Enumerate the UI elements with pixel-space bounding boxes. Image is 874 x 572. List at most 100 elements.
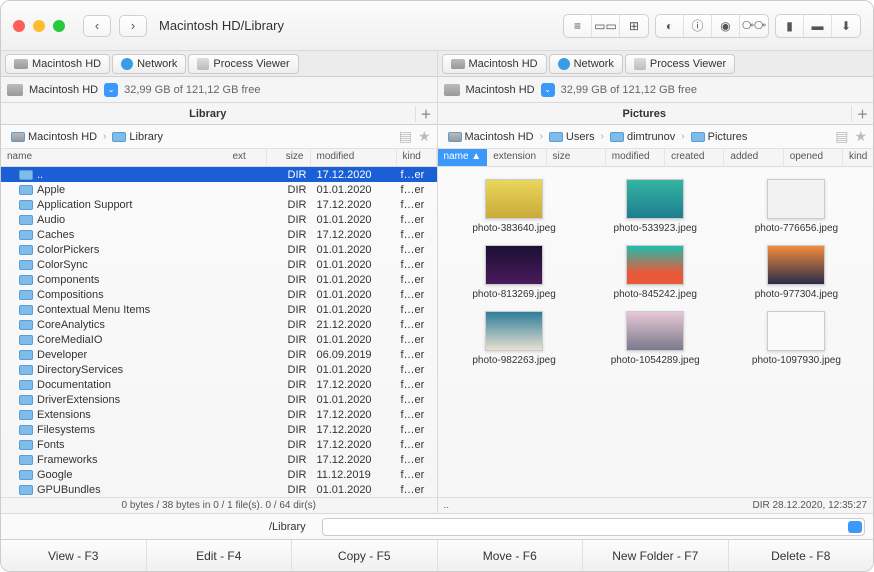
thumbnail[interactable]: photo-813269.jpeg: [446, 245, 583, 301]
file-row[interactable]: ..DIR17.12.2020f…er: [1, 167, 437, 182]
bottom-button[interactable]: Edit - F4: [147, 540, 293, 571]
file-row[interactable]: FilesystemsDIR17.12.2020f…er: [1, 422, 437, 437]
nav-forward-button[interactable]: ›: [119, 15, 147, 37]
thumbnail[interactable]: photo-1097930.jpeg: [728, 311, 865, 367]
tab-macintosh-hd[interactable]: Macintosh HD: [5, 54, 110, 74]
folder-icon[interactable]: ▬: [804, 15, 832, 37]
thumbnail[interactable]: photo-845242.jpeg: [587, 245, 724, 301]
download-icon[interactable]: ⬇: [832, 15, 860, 37]
bottom-button[interactable]: Move - F6: [438, 540, 584, 571]
toggle-icon[interactable]: ◐: [656, 15, 684, 37]
bottom-button[interactable]: Copy - F5: [292, 540, 438, 571]
col-modified[interactable]: modified: [311, 149, 397, 166]
info-icon[interactable]: ⓘ: [684, 15, 712, 37]
bottom-button[interactable]: Delete - F8: [729, 540, 874, 571]
col-created[interactable]: created: [665, 149, 724, 166]
drive-name[interactable]: Macintosh HD: [466, 84, 535, 96]
thumbnail[interactable]: photo-982263.jpeg: [446, 311, 583, 367]
col-ext[interactable]: ext: [227, 149, 267, 166]
tab-network[interactable]: Network: [549, 54, 623, 74]
file-row[interactable]: ColorSyncDIR01.01.2020f…er: [1, 257, 437, 272]
col-opened[interactable]: opened: [784, 149, 843, 166]
col-size[interactable]: size: [547, 149, 606, 166]
favorite-icon[interactable]: ★: [418, 128, 431, 145]
view-columns-button[interactable]: ▭▭: [592, 15, 620, 37]
archive-icon[interactable]: ▮: [776, 15, 804, 37]
thumbnail[interactable]: photo-977304.jpeg: [728, 245, 865, 301]
file-row[interactable]: Application SupportDIR17.12.2020f…er: [1, 197, 437, 212]
right-icon-view[interactable]: photo-383640.jpegphoto-533923.jpegphoto-…: [438, 167, 874, 497]
file-row[interactable]: DriverExtensionsDIR01.01.2020f…er: [1, 392, 437, 407]
favorite-icon[interactable]: ★: [854, 128, 867, 145]
view-icons-button[interactable]: ⊞: [620, 15, 648, 37]
crumb-library[interactable]: Library: [108, 129, 167, 145]
drive-menu-button[interactable]: ⌄: [104, 83, 118, 97]
file-row[interactable]: GoogleDIR11.12.2019f…er: [1, 467, 437, 482]
file-row[interactable]: ComponentsDIR01.01.2020f…er: [1, 272, 437, 287]
left-file-list[interactable]: ..DIR17.12.2020f…erAppleDIR01.01.2020f…e…: [1, 167, 437, 497]
file-row[interactable]: CompositionsDIR01.01.2020f…er: [1, 287, 437, 302]
file-row[interactable]: ExtensionsDIR17.12.2020f…er: [1, 407, 437, 422]
tab-process-viewer[interactable]: Process Viewer: [625, 54, 735, 74]
network-icon: [121, 58, 133, 70]
crumb-users[interactable]: Users: [545, 129, 599, 145]
process-icon: [197, 58, 209, 70]
col-kind[interactable]: kind: [843, 149, 873, 166]
view-list-button[interactable]: ≡: [564, 15, 592, 37]
thumbnail[interactable]: photo-383640.jpeg: [446, 179, 583, 235]
col-size[interactable]: size: [267, 149, 311, 166]
crumb-hd[interactable]: Macintosh HD: [7, 129, 101, 145]
crumb-user[interactable]: dimtrunov: [606, 129, 679, 145]
file-row[interactable]: FontsDIR17.12.2020f…er: [1, 437, 437, 452]
folder-icon: [19, 395, 33, 405]
nav-back-button[interactable]: ‹: [83, 15, 111, 37]
file-row[interactable]: DeveloperDIR06.09.2019f…er: [1, 347, 437, 362]
binoculars-icon[interactable]: ⧂⧂: [740, 15, 768, 37]
right-pane: Macintosh HD Network Process Viewer Maci…: [438, 51, 874, 513]
col-name[interactable]: name: [1, 149, 227, 166]
thumbnail[interactable]: photo-533923.jpeg: [587, 179, 724, 235]
col-added[interactable]: added: [724, 149, 783, 166]
right-add-tab-button[interactable]: ＋: [851, 106, 873, 122]
file-row[interactable]: AudioDIR01.01.2020f…er: [1, 212, 437, 227]
folder-icon: [19, 215, 33, 225]
crumb-pictures[interactable]: Pictures: [687, 129, 752, 145]
bottom-button[interactable]: New Folder - F7: [583, 540, 729, 571]
minimize-icon[interactable]: [33, 20, 45, 32]
toolbar: ≡ ▭▭ ⊞ ◐ ⓘ ◉ ⧂⧂ ▮ ▬ ⬇: [557, 14, 861, 38]
tab-macintosh-hd[interactable]: Macintosh HD: [442, 54, 547, 74]
file-row[interactable]: DocumentationDIR17.12.2020f…er: [1, 377, 437, 392]
file-row[interactable]: DirectoryServicesDIR01.01.2020f…er: [1, 362, 437, 377]
thumbnail[interactable]: photo-1054289.jpeg: [587, 311, 724, 367]
drive-menu-button[interactable]: ⌄: [541, 83, 555, 97]
eye-icon[interactable]: ◉: [712, 15, 740, 37]
file-row[interactable]: CoreMediaIODIR01.01.2020f…er: [1, 332, 437, 347]
file-row[interactable]: CachesDIR17.12.2020f…er: [1, 227, 437, 242]
crumb-hd[interactable]: Macintosh HD: [444, 129, 538, 145]
col-name[interactable]: name ▲: [438, 149, 488, 166]
folder-icon: [19, 410, 33, 420]
maximize-icon[interactable]: [53, 20, 65, 32]
tab-process-viewer[interactable]: Process Viewer: [188, 54, 298, 74]
file-row[interactable]: ColorPickersDIR01.01.2020f…er: [1, 242, 437, 257]
col-modified[interactable]: modified: [606, 149, 665, 166]
col-extension[interactable]: extension: [487, 149, 546, 166]
folder-icon: [19, 380, 33, 390]
bottom-button[interactable]: View - F3: [1, 540, 147, 571]
file-row[interactable]: Contextual Menu ItemsDIR01.01.2020f…er: [1, 302, 437, 317]
drive-name[interactable]: Macintosh HD: [29, 84, 98, 96]
path-input[interactable]: [322, 518, 865, 536]
thumbnail[interactable]: photo-776656.jpeg: [728, 179, 865, 235]
folder-icon: [549, 132, 563, 142]
col-kind[interactable]: kind: [397, 149, 437, 166]
file-row[interactable]: FrameworksDIR17.12.2020f…er: [1, 452, 437, 467]
file-row[interactable]: CoreAnalyticsDIR21.12.2020f…er: [1, 317, 437, 332]
column-toggle-icon[interactable]: ▤: [399, 128, 412, 145]
file-row[interactable]: AppleDIR01.01.2020f…er: [1, 182, 437, 197]
column-toggle-icon[interactable]: ▤: [835, 128, 848, 145]
tab-network[interactable]: Network: [112, 54, 186, 74]
folder-icon: [19, 470, 33, 480]
left-add-tab-button[interactable]: ＋: [415, 106, 437, 122]
close-icon[interactable]: [13, 20, 25, 32]
file-row[interactable]: GPUBundlesDIR01.01.2020f…er: [1, 482, 437, 497]
